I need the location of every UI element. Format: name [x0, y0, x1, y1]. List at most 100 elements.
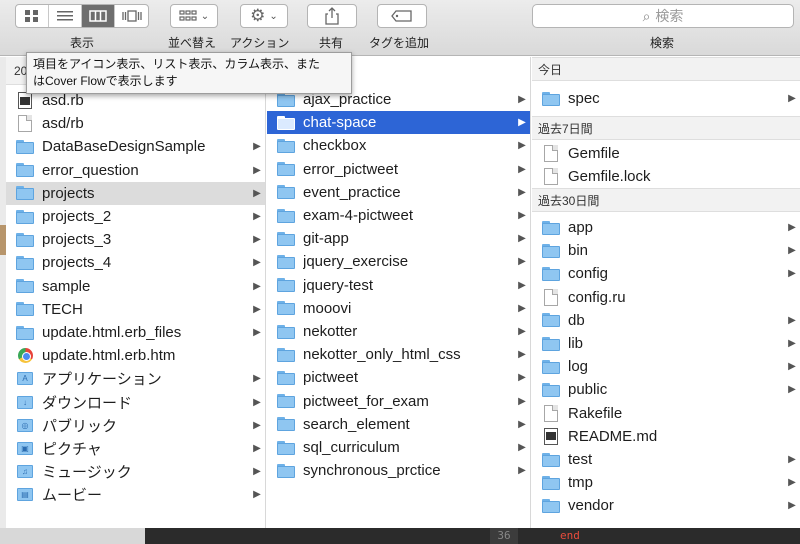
file-row[interactable]: ◎ パブリック ▶ [6, 414, 265, 437]
file-row[interactable]: search_element ▶ [267, 413, 530, 436]
file-row[interactable]: checkbox ▶ [267, 134, 530, 157]
file-row[interactable]: log ▶ [532, 355, 800, 378]
file-row[interactable]: update.html.erb_files ▶ [6, 321, 265, 344]
folder-icon [275, 394, 297, 409]
file-row[interactable]: Gemfile [532, 142, 800, 165]
file-row[interactable]: public ▶ [532, 378, 800, 401]
disclosure-arrow-icon: ▶ [788, 500, 796, 512]
file-row[interactable]: projects_3 ▶ [6, 228, 265, 251]
file-row[interactable]: config ▶ [532, 262, 800, 285]
icon-view-button[interactable] [16, 5, 49, 27]
disclosure-arrow-icon: ▶ [253, 164, 261, 176]
file-row[interactable]: pictweet ▶ [267, 366, 530, 389]
file-row[interactable]: A アプリケーション ▶ [6, 367, 265, 390]
folder-icon [275, 208, 297, 223]
file-row[interactable]: README.md [532, 425, 800, 448]
share-button[interactable] [307, 4, 357, 28]
cover-flow-button[interactable] [115, 5, 148, 27]
file-name: spec [568, 90, 600, 107]
file-row[interactable]: git-app ▶ [267, 227, 530, 250]
file-row[interactable]: Gemfile.lock [532, 165, 800, 188]
file-row[interactable]: error_pictweet ▶ [267, 158, 530, 181]
folder-icon [540, 359, 562, 374]
column-1[interactable]: 20 asd.rb asd/rb DataBaseDesignSample ▶ erro… [0, 57, 266, 528]
file-row[interactable]: error_question ▶ [6, 159, 265, 182]
file-name: TECH [42, 300, 83, 318]
view-mode-tooltip: 項目をアイコン表示、リスト表示、カラム表示、また はCover Flowで表示し… [26, 52, 352, 94]
file-row[interactable]: bin ▶ [532, 239, 800, 262]
file-row[interactable]: db ▶ [532, 309, 800, 332]
disclosure-arrow-icon: ▶ [518, 349, 526, 361]
file-row[interactable]: exam-4-pictweet ▶ [267, 204, 530, 227]
file-row[interactable]: asd/rb [6, 112, 265, 135]
file-row[interactable]: sample ▶ [6, 275, 265, 298]
file-row[interactable]: update.html.erb.htm [6, 344, 265, 367]
list-view-button[interactable] [49, 5, 82, 27]
disclosure-arrow-icon: ▶ [518, 326, 526, 337]
file-row[interactable]: synchronous_prctice ▶ [267, 459, 530, 482]
arrange-button[interactable]: ⌄ [170, 4, 218, 28]
action-button[interactable]: ⚙ ⌄ [240, 4, 288, 28]
disclosure-arrow-icon: ▶ [253, 466, 261, 478]
folder-icon [540, 313, 562, 328]
folder-icon [540, 243, 562, 258]
disclosure-arrow-icon: ▶ [518, 163, 526, 175]
file-row[interactable]: TECH ▶ [6, 298, 265, 321]
file-row[interactable]: ♫ ミュージック ▶ [6, 460, 265, 483]
folder-icon [540, 452, 562, 467]
disclosure-arrow-icon: ▶ [518, 372, 526, 384]
file-name: DataBaseDesignSample [42, 138, 206, 156]
disclosure-arrow-icon: ▶ [788, 477, 796, 489]
file-row[interactable]: sql_curriculum ▶ [267, 436, 530, 459]
column-2[interactable]: ajax_practice ▶ chat-space ▶ checkbox ▶ error_… [267, 57, 531, 528]
file-name: update.html.erb.htm [42, 347, 176, 365]
file-row[interactable]: projects ▶ [6, 181, 265, 205]
file-row[interactable]: ▤ ムービー ▶ [6, 483, 265, 506]
file-row[interactable]: projects_2 ▶ [6, 205, 265, 228]
document-icon [540, 404, 562, 422]
file-row[interactable]: tmp ▶ [532, 471, 800, 494]
disclosure-arrow-icon: ▶ [253, 443, 261, 454]
disclosure-arrow-icon: ▶ [253, 396, 261, 408]
disclosure-arrow-icon: ▶ [253, 280, 261, 292]
search-input[interactable]: ⌕ 検索 [532, 4, 794, 28]
add-tag-button[interactable] [377, 4, 427, 28]
disclosure-arrow-icon: ▶ [518, 465, 526, 477]
document-icon [540, 288, 562, 306]
folder-icon [540, 266, 562, 281]
disclosure-arrow-icon: ▶ [788, 454, 796, 465]
file-row[interactable]: nekotter_only_html_css ▶ [267, 343, 530, 366]
file-row[interactable]: jquery-test ▶ [267, 274, 530, 297]
folder-icon [14, 279, 36, 294]
file-row[interactable]: mooovi ▶ [267, 297, 530, 320]
file-row[interactable]: config.ru [532, 286, 800, 309]
file-row[interactable]: pictweet_for_exam ▶ [267, 390, 530, 413]
file-name: update.html.erb_files [42, 324, 182, 341]
column-3[interactable]: 今日 過去7日間 過去30日間 spec ▶ Gemfile Gemfile.lock… [532, 57, 800, 528]
file-row[interactable]: ↓ ダウンロード ▶ [6, 391, 265, 414]
disclosure-arrow-icon: ▶ [518, 442, 526, 453]
file-row[interactable]: spec ▶ [532, 87, 800, 110]
file-row[interactable]: ▣ ピクチャ ▶ [6, 437, 265, 460]
file-row[interactable]: event_practice ▶ [267, 181, 530, 204]
folder-icon [14, 232, 36, 247]
background-terminal: 36 end [0, 528, 800, 544]
disclosure-arrow-icon: ▶ [518, 94, 526, 105]
column-view-button[interactable] [82, 5, 115, 27]
disclosure-arrow-icon: ▶ [253, 141, 261, 153]
file-row[interactable]: app ▶ [532, 216, 800, 239]
file-name: jquery-test [303, 276, 374, 294]
file-row[interactable]: chat-space ▶ [267, 111, 530, 135]
file-row[interactable]: Rakefile [532, 402, 800, 425]
search-label: 検索 [650, 36, 675, 50]
folder-icon [275, 138, 297, 153]
file-row[interactable]: test ▶ [532, 448, 800, 471]
file-name: public [568, 381, 608, 399]
file-row[interactable]: nekotter ▶ [267, 320, 530, 343]
file-row[interactable]: projects_4 ▶ [6, 251, 265, 274]
file-row[interactable]: DataBaseDesignSample ▶ [6, 135, 265, 158]
file-row[interactable]: vendor ▶ [532, 494, 800, 517]
disclosure-arrow-icon: ▶ [253, 303, 261, 315]
file-row[interactable]: jquery_exercise ▶ [267, 250, 530, 273]
file-row[interactable]: lib ▶ [532, 332, 800, 355]
